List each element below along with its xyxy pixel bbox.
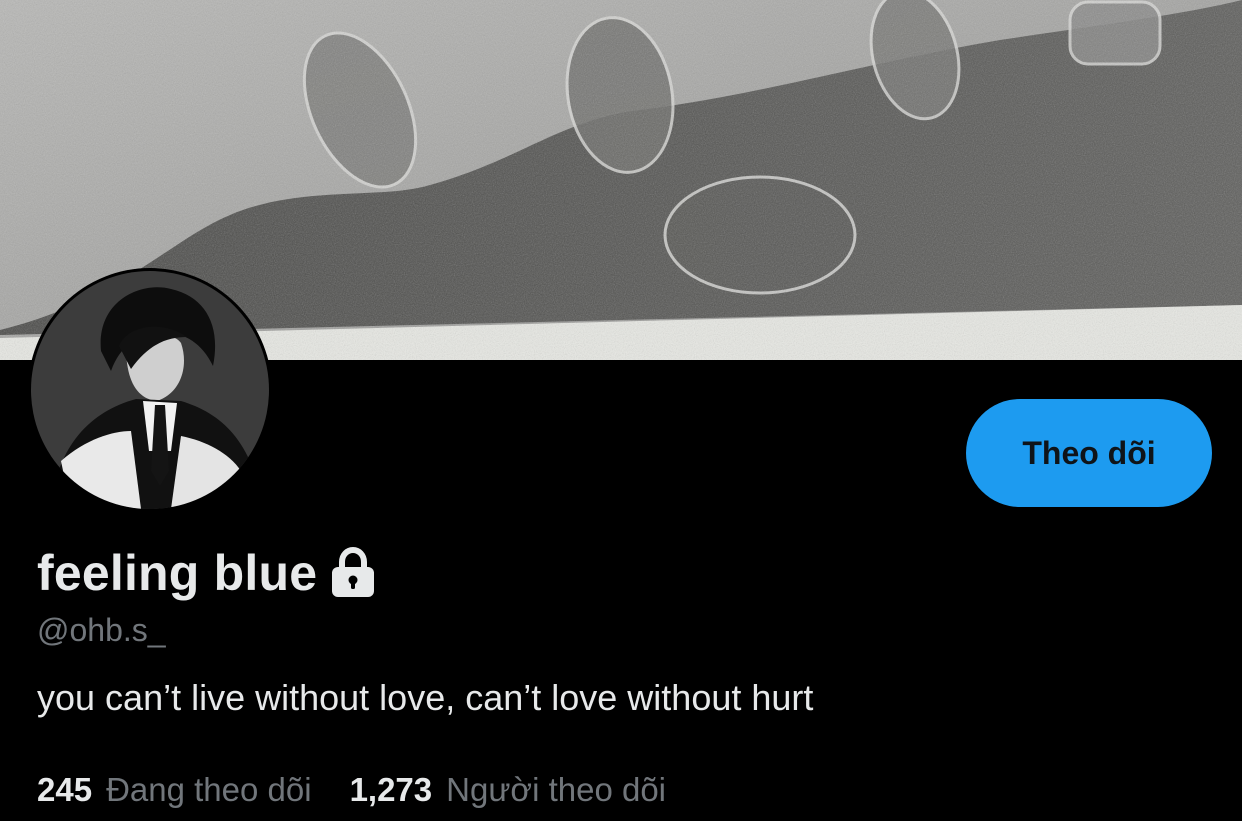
lock-icon	[329, 546, 377, 599]
followers-label: Người theo dõi	[446, 771, 667, 808]
follow-button[interactable]: Theo dõi	[966, 399, 1212, 507]
avatar-image	[31, 271, 269, 509]
followers-count: 1,273	[349, 771, 433, 808]
following-label: Đang theo dõi	[106, 771, 312, 808]
profile-page: Theo dõi feeling blue @ohb.s_ you can’t …	[0, 0, 1242, 821]
following-count: 245	[37, 771, 93, 808]
followers-link[interactable]: 1,273 Người theo dõi	[350, 768, 666, 812]
profile-avatar[interactable]	[28, 268, 272, 512]
profile-stats: 245 Đang theo dõi 1,273 Người theo dõi	[37, 768, 666, 812]
profile-handle: @ohb.s_	[37, 612, 166, 648]
profile-display-name: feeling blue	[37, 545, 318, 601]
profile-name-row: feeling blue	[37, 540, 377, 606]
following-link[interactable]: 245 Đang theo dõi	[37, 768, 312, 812]
profile-bio: you can’t live without love, can’t love …	[37, 677, 814, 718]
